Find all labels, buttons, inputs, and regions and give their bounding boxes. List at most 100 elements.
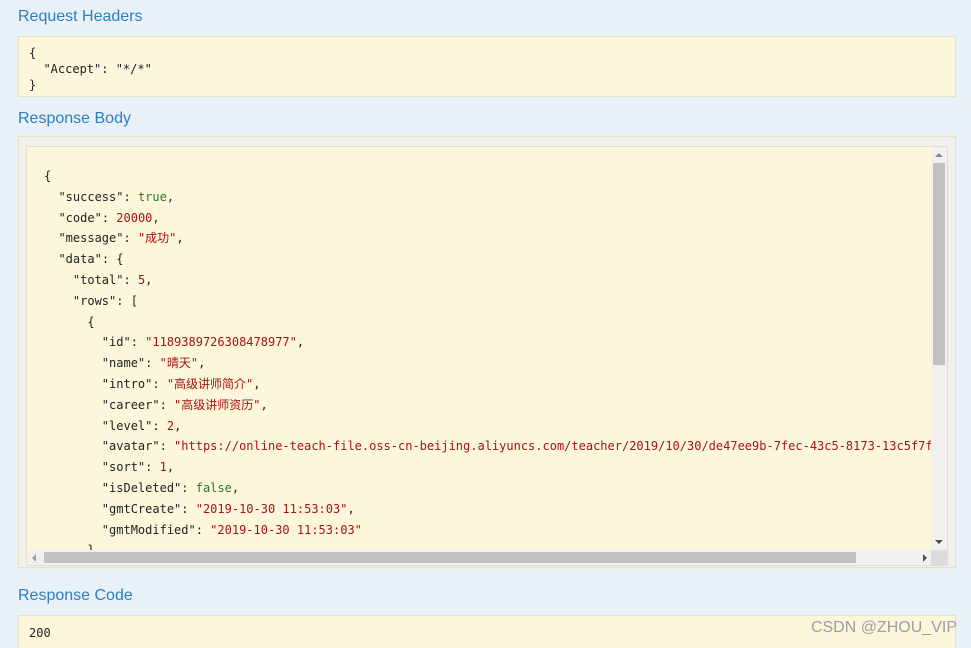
scrollbar-corner bbox=[931, 550, 947, 565]
json-token: : bbox=[145, 356, 160, 371]
json-line: "success": true, bbox=[44, 187, 932, 208]
json-line: "id": "1189389726308478977", bbox=[44, 332, 932, 353]
json-token: , bbox=[198, 356, 206, 371]
json-line: "data": { bbox=[44, 249, 932, 270]
json-token: { bbox=[44, 169, 52, 183]
json-line: "code": 20000, bbox=[44, 208, 932, 229]
json-token: "id" bbox=[101, 335, 131, 350]
request-header-line: { bbox=[29, 46, 37, 60]
json-token: : { bbox=[101, 252, 124, 267]
scroll-down-arrow-icon[interactable] bbox=[935, 540, 943, 544]
json-token: "avatar" bbox=[101, 439, 160, 454]
json-token: "2019-10-30 11:53:03" bbox=[195, 501, 348, 516]
json-token: : bbox=[195, 522, 211, 537]
scroll-right-arrow-icon[interactable] bbox=[923, 554, 927, 562]
json-token: : bbox=[101, 210, 117, 225]
json-line: "gmtCreate": "2019-10-30 11:53:03", bbox=[44, 499, 932, 520]
json-token: { bbox=[44, 314, 95, 329]
json-token: : bbox=[159, 439, 175, 454]
json-token: , bbox=[166, 189, 175, 204]
json-token: "name" bbox=[101, 356, 146, 371]
json-token: , bbox=[174, 418, 182, 433]
json-token: "career" bbox=[101, 397, 160, 412]
json-token: "gmtModified" bbox=[101, 522, 196, 537]
json-token: , bbox=[260, 397, 268, 412]
json-line: "career": "高级讲师资历", bbox=[44, 395, 932, 416]
json-line: "message": "成功", bbox=[44, 228, 932, 249]
swagger-response-panel: Request Headers { "Accept": "*/*"} Respo… bbox=[0, 0, 971, 648]
json-token: : bbox=[181, 501, 196, 516]
response-body-lines: { "success": true, "code": 20000, "messa… bbox=[44, 166, 932, 550]
json-line: }, bbox=[44, 540, 932, 550]
json-token: "高级讲师资历" bbox=[174, 397, 261, 412]
watermark: CSDN @ZHOU_VIP bbox=[810, 619, 957, 636]
response-body-container: { "success": true, "code": 20000, "messa… bbox=[18, 136, 956, 568]
json-line: "gmtModified": "2019-10-30 11:53:03" bbox=[44, 520, 932, 541]
json-token: , bbox=[145, 272, 153, 287]
json-token: : bbox=[152, 376, 167, 391]
json-token: false bbox=[195, 480, 232, 495]
json-token: "data" bbox=[58, 252, 102, 267]
json-line: "isDeleted": false, bbox=[44, 478, 932, 499]
json-token: "message" bbox=[58, 231, 124, 246]
json-token: "sort" bbox=[101, 460, 146, 475]
json-line: { bbox=[44, 312, 932, 333]
response-body-code[interactable]: { "success": true, "code": 20000, "messa… bbox=[26, 146, 948, 566]
response-code-value: 200 bbox=[29, 626, 51, 640]
json-token: : bbox=[130, 335, 146, 350]
response-body-viewport: { "success": true, "code": 20000, "messa… bbox=[27, 147, 932, 550]
response-code-title: Response Code bbox=[18, 587, 133, 604]
json-token: "1189389726308478977" bbox=[145, 335, 297, 350]
json-token: : bbox=[159, 397, 175, 412]
horizontal-scrollbar-thumb[interactable] bbox=[44, 552, 856, 563]
json-token: "isDeleted" bbox=[101, 480, 182, 495]
vertical-scrollbar-thumb[interactable] bbox=[933, 163, 945, 365]
json-token: "code" bbox=[58, 210, 102, 225]
json-token: : bbox=[123, 272, 138, 287]
json-line: "level": 2, bbox=[44, 416, 932, 437]
json-token: "success" bbox=[58, 189, 124, 204]
json-token: , bbox=[347, 501, 355, 516]
json-token: true bbox=[137, 189, 167, 204]
json-line: "rows": [ bbox=[44, 291, 932, 312]
json-token: "level" bbox=[101, 418, 153, 433]
horizontal-scrollbar[interactable] bbox=[27, 550, 932, 565]
request-header-line: "Accept": "*/*" bbox=[29, 62, 152, 76]
json-line: "total": 5, bbox=[44, 270, 932, 291]
json-token: 2 bbox=[166, 418, 175, 433]
json-token: "成功" bbox=[137, 231, 177, 246]
json-line: "intro": "高级讲师简介", bbox=[44, 374, 932, 395]
json-token: "total" bbox=[72, 272, 124, 287]
vertical-scrollbar[interactable] bbox=[931, 147, 947, 550]
json-token: , bbox=[296, 335, 305, 350]
json-token: "intro" bbox=[101, 376, 153, 391]
json-token: : bbox=[123, 189, 138, 204]
json-token: "2019-10-30 11:53:03" bbox=[210, 522, 362, 537]
json-token: , bbox=[176, 231, 184, 246]
json-token: : bbox=[123, 231, 138, 246]
json-token: , bbox=[166, 460, 175, 475]
request-headers-title: Request Headers bbox=[18, 8, 143, 25]
scroll-left-arrow-icon[interactable] bbox=[32, 554, 36, 562]
json-line: "sort": 1, bbox=[44, 457, 932, 478]
scroll-up-arrow-icon[interactable] bbox=[935, 153, 943, 157]
json-token: "rows" bbox=[72, 293, 117, 308]
json-token: "晴天" bbox=[159, 356, 199, 371]
request-header-line: } bbox=[29, 78, 37, 92]
json-token: , bbox=[152, 210, 160, 225]
json-token: "高级讲师简介" bbox=[166, 376, 254, 391]
